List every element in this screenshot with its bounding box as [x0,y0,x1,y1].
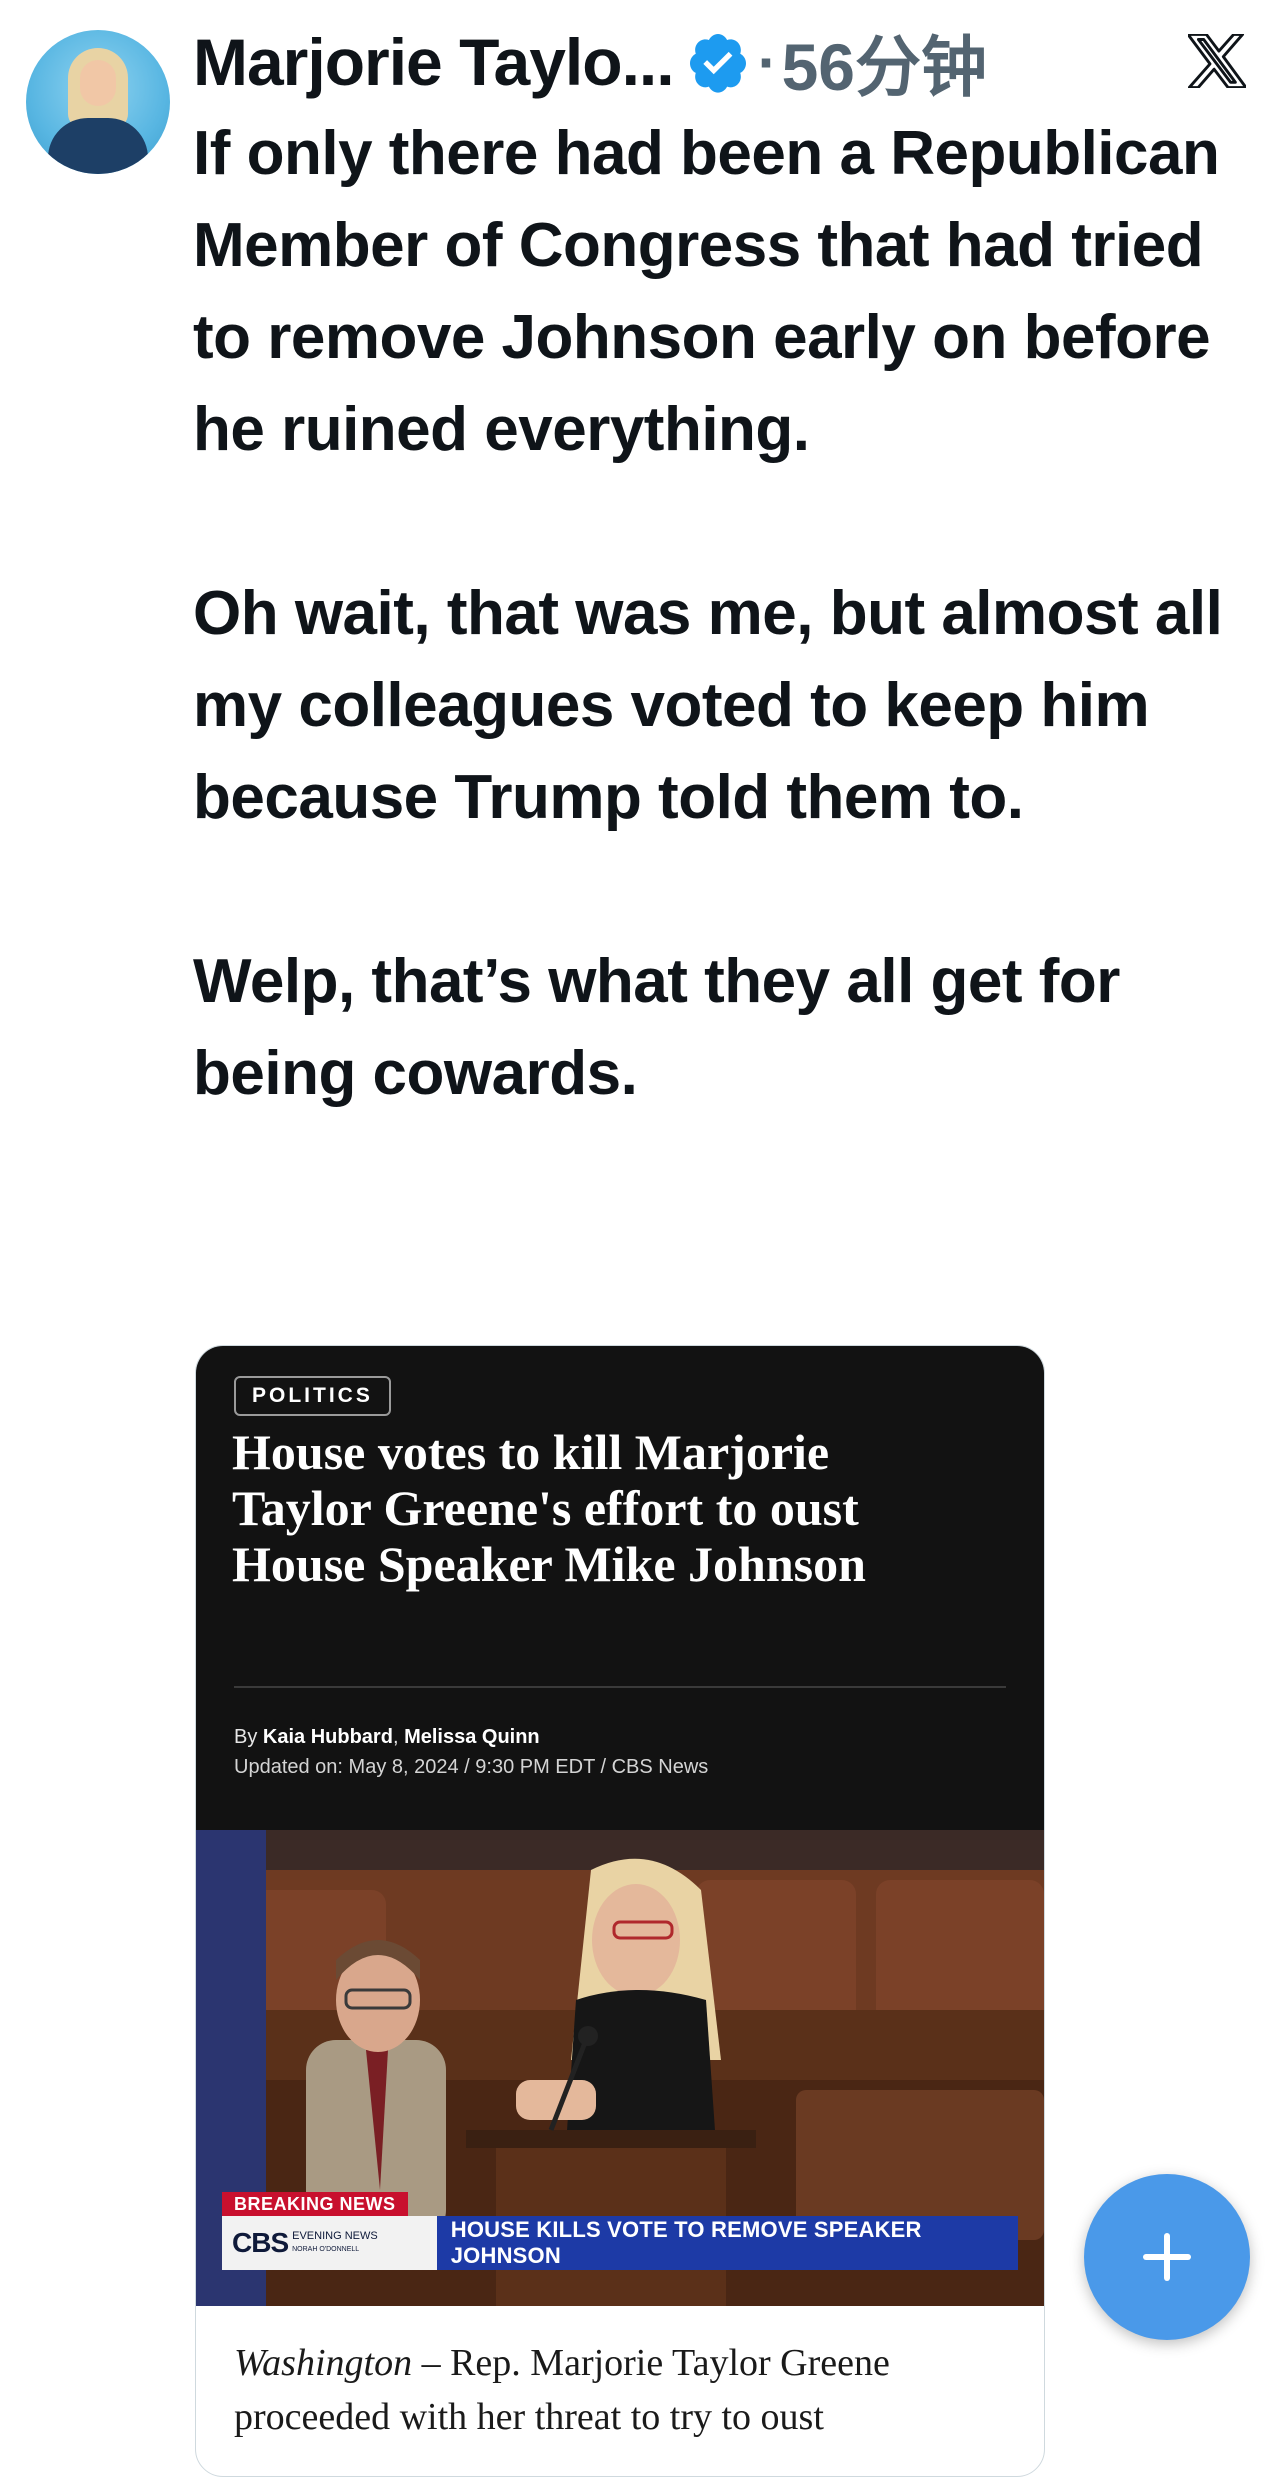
link-preview-card[interactable]: POLITICS House votes to kill Marjorie Ta… [195,1345,1045,2477]
article-headline[interactable]: House votes to kill Marjorie Taylor Gree… [232,1424,932,1592]
chyron-text: HOUSE KILLS VOTE TO REMOVE SPEAKER JOHNS… [450,2217,922,2268]
category-badge: POLITICS [234,1376,391,1416]
avatar-face [80,60,116,106]
plus-icon [1143,2233,1191,2281]
byline-separator: , [392,1726,405,1748]
separator-dot: · [757,28,778,96]
cbs-logo: CBS [232,2227,289,2258]
tweet-text: If only there had been a Republican Memb… [193,119,1223,1108]
compose-button[interactable] [1084,2174,1250,2340]
author-name[interactable]: Marjorie Taylo... [193,24,675,100]
verified-badge-icon [689,34,746,93]
cbs-program-anchor: NORAH O'DONNELL [292,2246,360,2253]
avatar[interactable] [26,30,170,174]
avatar-body [48,118,148,174]
byline-prefix: By [234,1726,263,1748]
article-snippet: Washington – Rep. Marjorie Taylor Greene… [234,2336,1014,2444]
article-updated: Updated on: May 8, 2024 / 9:30 PM EDT / … [234,1756,709,1778]
dateline: Washington [234,2342,413,2384]
card-header: POLITICS House votes to kill Marjorie Ta… [196,1346,1044,1830]
x-logo-icon[interactable] [1188,34,1246,88]
cbs-program: EVENING NEWS NORAH O'DONNELL [292,2230,378,2256]
news-chyron: CBS EVENING NEWS NORAH O'DONNELL HOUSE KI… [222,2216,1018,2270]
divider [234,1686,1006,1688]
breaking-news-label: BREAKING NEWS [222,2192,408,2216]
cbs-logo-box: CBS EVENING NEWS NORAH O'DONNELL [222,2216,437,2270]
article-photo: BREAKING NEWS CBS EVENING NEWS NORAH O'DO… [196,1830,1044,2306]
byline-author-2[interactable]: Melissa Quinn [404,1726,540,1748]
tweet-header: Marjorie Taylo... · 56分钟 [193,20,987,104]
article-byline: By Kaia Hubbard, Melissa Quinn [234,1726,540,1749]
byline-author-1[interactable]: Kaia Hubbard [263,1726,393,1748]
cbs-program-name: EVENING NEWS [292,2230,378,2242]
timestamp[interactable]: 56分钟 [782,14,987,110]
